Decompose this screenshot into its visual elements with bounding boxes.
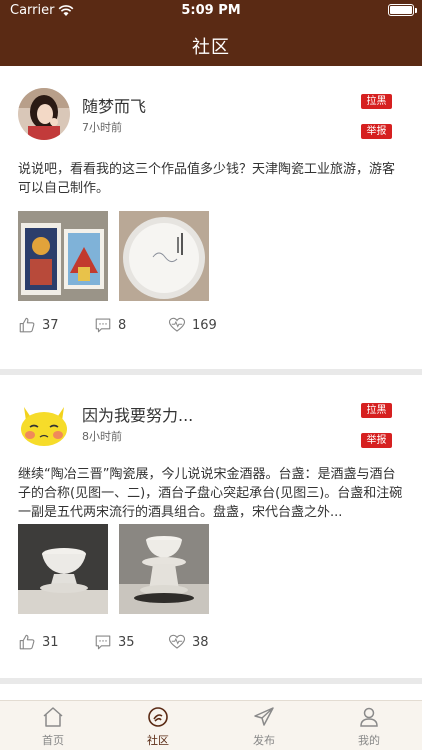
post-time: 7小时前 xyxy=(82,121,122,134)
status-time: 5:09 PM xyxy=(181,3,241,18)
post-image[interactable] xyxy=(18,524,108,614)
comment-button[interactable]: 35 xyxy=(94,633,135,651)
home-icon xyxy=(43,707,63,727)
comment-button[interactable]: 8 xyxy=(94,316,126,334)
send-icon xyxy=(254,707,274,726)
comment-icon xyxy=(95,318,111,333)
tab-publish[interactable]: 发布 xyxy=(234,705,294,748)
post-card[interactable]: 随梦而飞 7小时前 拉黑 举报 说说吧，看看我的这三个作品值多少钱？天津陶瓷工业… xyxy=(0,66,422,369)
post-actions: 37 8 169 xyxy=(18,316,278,336)
post-content: 继续“陶冶三晋”陶瓷展，今儿说说宋金酒器。台盏：是酒盏与酒台子的合称(见图一、二… xyxy=(18,467,403,520)
avatar[interactable] xyxy=(18,397,70,449)
community-feed[interactable]: 随梦而飞 7小时前 拉黑 举报 说说吧，看看我的这三个作品值多少钱？天津陶瓷工业… xyxy=(0,66,422,700)
post-username[interactable]: 因为我要努力... xyxy=(82,402,193,426)
tab-home[interactable]: 首页 xyxy=(23,705,83,748)
like-button[interactable]: 31 xyxy=(18,633,59,651)
post-image[interactable] xyxy=(119,524,209,614)
post-time: 8小时前 xyxy=(82,430,122,443)
status-bar: Carrier 5:09 PM xyxy=(0,0,422,22)
favorite-button[interactable]: 38 xyxy=(168,633,209,651)
favorite-button[interactable]: 169 xyxy=(168,316,217,334)
thumbs-up-icon xyxy=(19,317,35,333)
avatar[interactable] xyxy=(18,88,70,140)
heart-pulse-icon xyxy=(168,317,186,332)
community-icon xyxy=(148,707,168,727)
report-button[interactable]: 举报 xyxy=(361,124,392,139)
battery-icon xyxy=(388,4,417,16)
post-divider xyxy=(0,678,422,684)
comment-count: 35 xyxy=(118,634,135,650)
thumbs-up-icon xyxy=(19,634,35,650)
post-username[interactable]: 随梦而飞 xyxy=(82,93,146,117)
heart-pulse-icon xyxy=(168,634,186,649)
post-image[interactable] xyxy=(18,211,108,301)
post-actions: 31 35 38 xyxy=(18,633,278,653)
like-count: 37 xyxy=(42,317,59,333)
nav-header: Carrier 5:09 PM 社区 xyxy=(0,0,422,66)
report-button[interactable]: 举报 xyxy=(361,433,392,448)
tab-label: 社区 xyxy=(147,734,169,747)
favorite-count: 169 xyxy=(192,317,217,333)
tab-label: 发布 xyxy=(253,734,275,747)
post-content: 说说吧，看看我的这三个作品值多少钱？天津陶瓷工业旅游，游客可以自己制作。 xyxy=(18,162,396,196)
post-image[interactable] xyxy=(119,211,209,301)
tab-label: 我的 xyxy=(358,734,380,747)
tab-label: 首页 xyxy=(42,734,64,747)
block-button[interactable]: 拉黑 xyxy=(361,403,392,418)
tab-mine[interactable]: 我的 xyxy=(339,705,399,748)
tab-community[interactable]: 社区 xyxy=(128,705,188,748)
comment-icon xyxy=(95,635,111,650)
comment-count: 8 xyxy=(118,317,127,333)
tab-bar: 首页 社区 发布 我的 xyxy=(0,700,422,750)
block-button[interactable]: 拉黑 xyxy=(361,94,392,109)
like-count: 31 xyxy=(42,634,59,650)
user-icon xyxy=(360,707,378,727)
like-button[interactable]: 37 xyxy=(18,316,59,334)
post-card[interactable]: 因为我要努力... 8小时前 拉黑 举报 继续“陶冶三晋”陶瓷展，今儿说说宋金酒… xyxy=(0,375,422,678)
page-title: 社区 xyxy=(192,37,230,58)
favorite-count: 38 xyxy=(192,634,209,650)
